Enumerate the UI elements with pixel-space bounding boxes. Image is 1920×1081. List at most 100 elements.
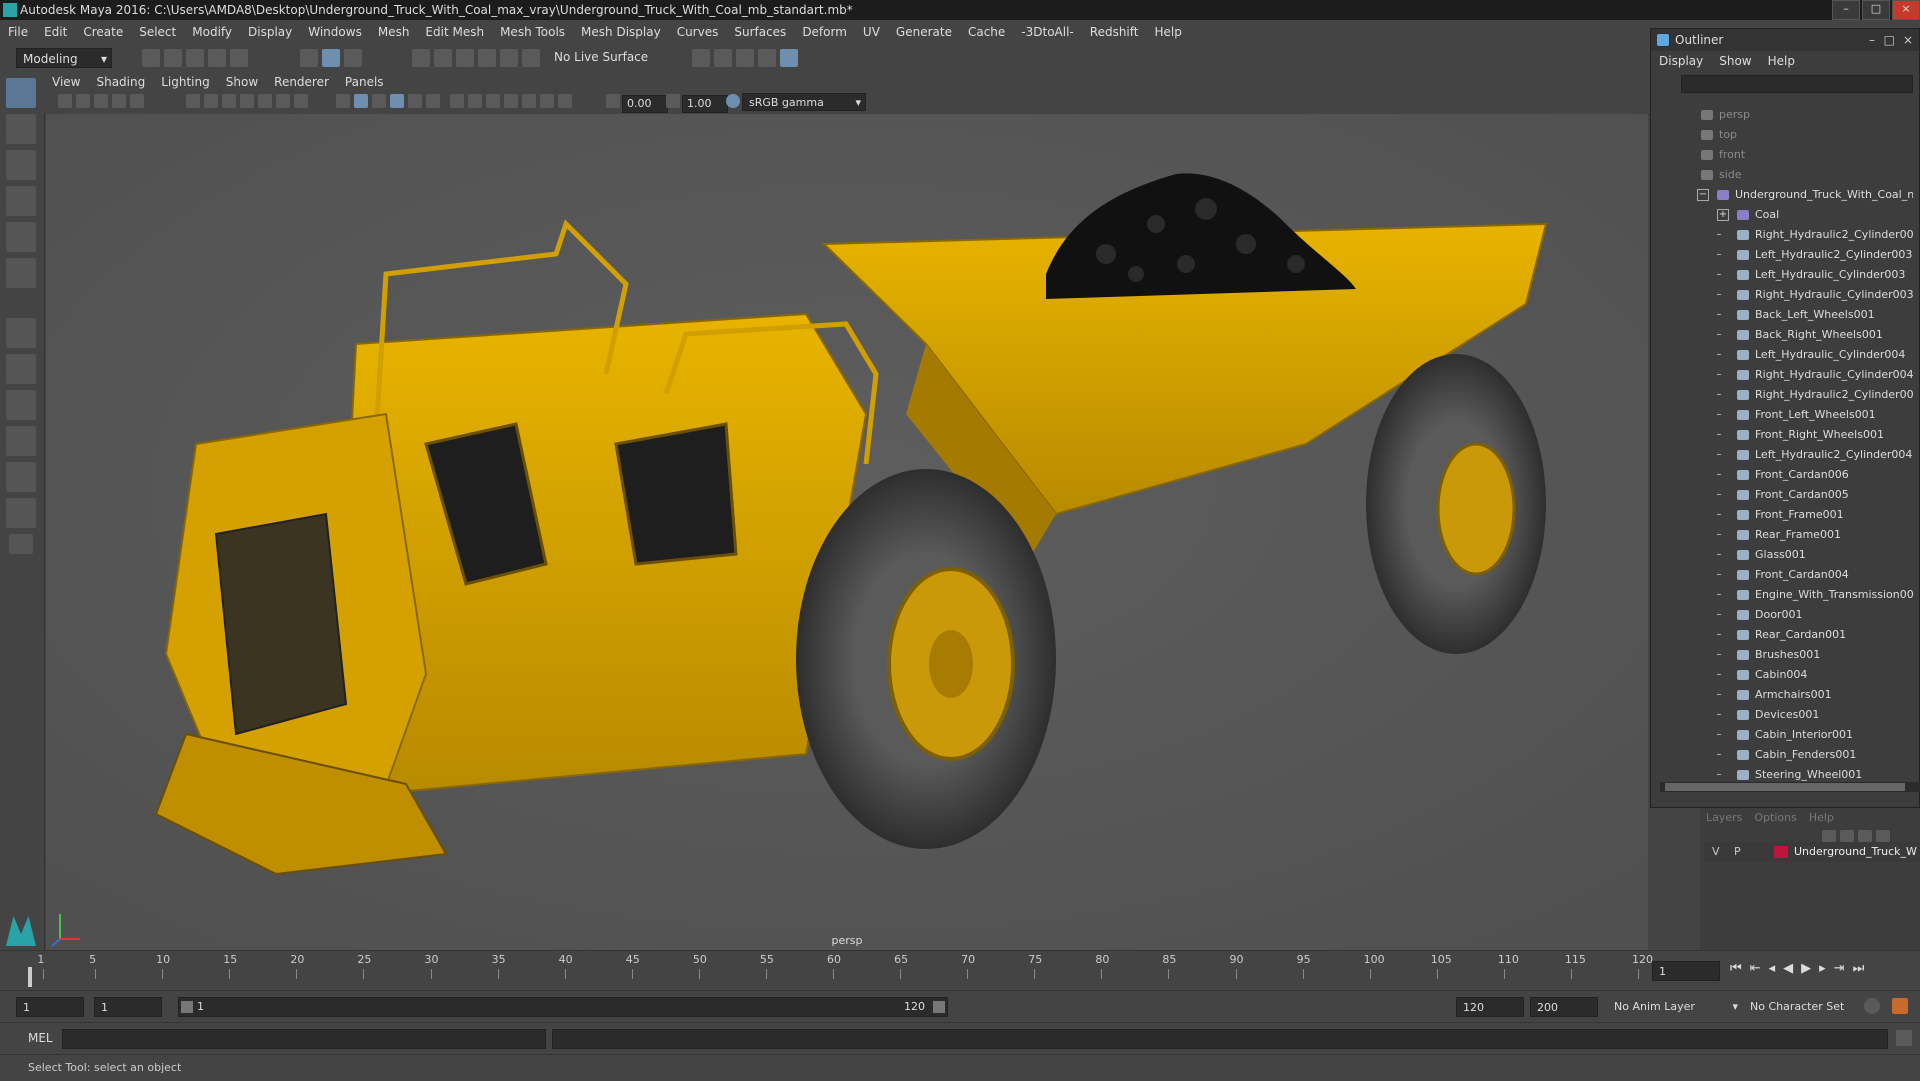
outliner-item[interactable]: Cabin004 bbox=[1651, 665, 1913, 685]
outliner-item[interactable]: Armchairs001 bbox=[1651, 685, 1913, 705]
collapse-icon[interactable]: − bbox=[1697, 189, 1709, 201]
menu-surfaces[interactable]: Surfaces bbox=[726, 25, 794, 39]
panel-menu-view[interactable]: View bbox=[44, 75, 88, 89]
gate-mask-icon[interactable] bbox=[240, 94, 254, 108]
save-scene-icon[interactable] bbox=[186, 49, 204, 67]
step-forward-key-icon[interactable]: ⇥ bbox=[1834, 961, 1845, 976]
time-ruler[interactable]: 1 5 10 15 20 25 30 35 40 45 50 55 60 65 70 75 80 85 90 95 10… bbox=[28, 953, 1653, 989]
layer-name[interactable]: Underground_Truck_W bbox=[1794, 842, 1917, 862]
resolution-gate-icon[interactable] bbox=[222, 94, 236, 108]
undo-icon[interactable] bbox=[208, 49, 226, 67]
outliner-item[interactable]: Door001 bbox=[1651, 605, 1913, 625]
render-frame-icon[interactable] bbox=[714, 49, 732, 67]
outliner-item[interactable]: Rear_Frame001 bbox=[1651, 525, 1913, 545]
current-time-marker[interactable] bbox=[28, 967, 32, 987]
paint-select-icon[interactable] bbox=[6, 150, 36, 180]
play-forward-icon[interactable]: ▶ bbox=[1801, 961, 1811, 976]
command-language-label[interactable]: MEL bbox=[28, 1031, 53, 1045]
open-scene-icon[interactable] bbox=[164, 49, 182, 67]
outliner-camera-item[interactable]: persp bbox=[1651, 105, 1913, 125]
gamma-field[interactable]: 1.00 bbox=[682, 95, 728, 113]
select-object-icon[interactable] bbox=[322, 49, 340, 67]
character-set-dropdown[interactable]: No Character Set bbox=[1750, 997, 1870, 1017]
image-plane-icon[interactable] bbox=[112, 94, 126, 108]
mode-dropdown[interactable]: Modeling ▾ bbox=[16, 48, 112, 68]
panel-menu-renderer[interactable]: Renderer bbox=[266, 75, 337, 89]
step-back-key-icon[interactable]: ⇤ bbox=[1750, 961, 1761, 976]
render-settings-icon[interactable] bbox=[758, 49, 776, 67]
outliner-item[interactable]: Back_Right_Wheels001 bbox=[1651, 325, 1913, 345]
panel-menu-panels[interactable]: Panels bbox=[337, 75, 392, 89]
layer-color-swatch[interactable] bbox=[1774, 846, 1788, 858]
close-button[interactable]: × bbox=[1903, 29, 1913, 51]
redo-icon[interactable] bbox=[230, 49, 248, 67]
ambient-occlusion-icon[interactable] bbox=[450, 94, 464, 108]
menu-help[interactable]: Help bbox=[1146, 25, 1189, 39]
camera-attributes-icon[interactable] bbox=[76, 94, 90, 108]
outliner-item[interactable]: Left_Hydraulic_Cylinder003 bbox=[1651, 265, 1913, 285]
layer-menu-help[interactable]: Help bbox=[1803, 811, 1840, 824]
menu-mesh-display[interactable]: Mesh Display bbox=[573, 25, 669, 39]
outliner-menu-display[interactable]: Display bbox=[1651, 54, 1711, 68]
expand-icon[interactable]: + bbox=[1717, 209, 1729, 221]
snap-surface-icon[interactable] bbox=[500, 49, 518, 67]
gamma-icon[interactable] bbox=[666, 94, 680, 108]
new-layer-selected-icon[interactable] bbox=[1876, 830, 1890, 842]
minimize-button[interactable]: – bbox=[1869, 29, 1875, 51]
menu-mesh[interactable]: Mesh bbox=[370, 25, 418, 39]
scale-tool-icon[interactable] bbox=[6, 258, 36, 288]
anim-preferences-icon[interactable] bbox=[1892, 998, 1908, 1014]
side-by-side-layout-icon[interactable] bbox=[6, 390, 36, 420]
select-tool-icon[interactable] bbox=[6, 78, 36, 108]
menu-uv[interactable]: UV bbox=[855, 25, 888, 39]
panel-menu-shading[interactable]: Shading bbox=[88, 75, 153, 89]
outliner-item[interactable]: Front_Cardan005 bbox=[1651, 485, 1913, 505]
animation-end-field[interactable]: 200 bbox=[1530, 997, 1598, 1017]
outliner-item[interactable]: Front_Frame001 bbox=[1651, 505, 1913, 525]
depth-of-field-icon[interactable] bbox=[504, 94, 518, 108]
range-slider-start-handle[interactable] bbox=[181, 1001, 193, 1013]
outliner-root-item[interactable]: − Underground_Truck_With_Coal_ncl1_1 bbox=[1651, 185, 1913, 205]
outliner-menu-help[interactable]: Help bbox=[1760, 54, 1803, 68]
minimize-button[interactable]: – bbox=[1832, 0, 1860, 20]
go-to-start-icon[interactable]: ⏮ bbox=[1730, 961, 1742, 976]
xray-icon[interactable] bbox=[540, 94, 554, 108]
layer-menu-options[interactable]: Options bbox=[1748, 811, 1802, 824]
panel-menu-show[interactable]: Show bbox=[218, 75, 266, 89]
live-surface-label[interactable]: No Live Surface bbox=[554, 50, 648, 64]
command-input[interactable] bbox=[62, 1029, 546, 1049]
range-slider[interactable]: 1 120 bbox=[178, 997, 948, 1017]
safe-action-icon[interactable] bbox=[276, 94, 290, 108]
color-management-icon[interactable] bbox=[726, 94, 740, 108]
persp-outliner-layout-icon[interactable] bbox=[6, 426, 36, 456]
move-layer-up-icon[interactable] bbox=[1822, 830, 1836, 842]
outliner-item[interactable]: Front_Cardan004 bbox=[1651, 565, 1913, 585]
outliner-item[interactable]: + Coal bbox=[1651, 205, 1913, 225]
outliner-item[interactable]: Right_Hydraulic_Cylinder003 bbox=[1651, 285, 1913, 305]
move-tool-icon[interactable] bbox=[6, 186, 36, 216]
new-scene-icon[interactable] bbox=[142, 49, 160, 67]
lasso-tool-icon[interactable] bbox=[6, 114, 36, 144]
outliner-item[interactable]: Back_Left_Wheels001 bbox=[1651, 305, 1913, 325]
outliner-item[interactable]: Rear_Cardan001 bbox=[1651, 625, 1913, 645]
single-view-layout-icon[interactable] bbox=[6, 318, 36, 348]
outliner-item[interactable]: Front_Left_Wheels001 bbox=[1651, 405, 1913, 425]
snap-pivot-icon[interactable] bbox=[522, 49, 540, 67]
outliner-item[interactable]: Devices001 bbox=[1651, 705, 1913, 725]
use-all-lights-icon[interactable] bbox=[408, 94, 422, 108]
outliner-item[interactable]: Front_Cardan006 bbox=[1651, 465, 1913, 485]
shadows-icon[interactable] bbox=[426, 94, 440, 108]
outliner-item[interactable]: Left_Hydraulic_Cylinder004 bbox=[1651, 345, 1913, 365]
outliner-item[interactable]: Cabin_Interior001 bbox=[1651, 725, 1913, 745]
menu-create[interactable]: Create bbox=[75, 25, 131, 39]
bookmark-icon[interactable] bbox=[94, 94, 108, 108]
outliner-camera-item[interactable]: side bbox=[1651, 165, 1913, 185]
auto-key-icon[interactable] bbox=[1864, 998, 1880, 1014]
menu-edit-mesh[interactable]: Edit Mesh bbox=[417, 25, 492, 39]
menu-cache[interactable]: Cache bbox=[960, 25, 1013, 39]
outliner-item[interactable]: Right_Hydraulic2_Cylinder003 bbox=[1651, 225, 1913, 245]
color-space-dropdown[interactable]: sRGB gamma ▾ bbox=[742, 93, 866, 111]
outliner-tree[interactable]: persp top front side − Underground_Truck_With… bbox=[1651, 105, 1913, 805]
playback-start-field[interactable]: 1 bbox=[94, 997, 162, 1017]
menu-redshift[interactable]: Redshift bbox=[1082, 25, 1147, 39]
